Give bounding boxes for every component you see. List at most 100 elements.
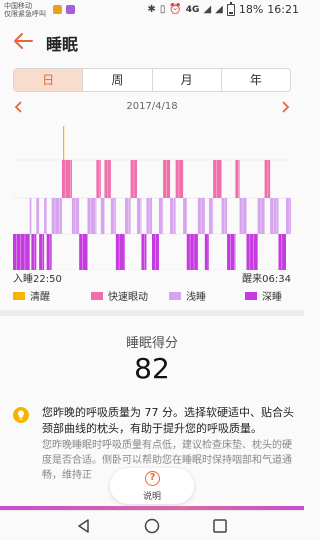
- status-bar: 中国移动 仅限紧急呼叫 ✱ ▯ ⏰ 4G ◢ ◢ 18% 16:21: [0, 0, 304, 22]
- lightbulb-icon: [13, 407, 29, 423]
- battery-icon: [226, 1, 235, 16]
- segment-stripe: [161, 198, 163, 234]
- segment-stripe: [173, 198, 174, 234]
- sleep-segment: [141, 234, 147, 270]
- network-type: 4G: [185, 4, 200, 15]
- sleep-stage-chart: [13, 126, 291, 270]
- section-divider: [0, 310, 304, 316]
- sleep-segment: [100, 198, 105, 234]
- segment-stripe: [54, 198, 56, 234]
- clock: 16:21: [267, 3, 299, 16]
- segment-stripe: [64, 160, 66, 198]
- segment-stripe: [90, 198, 92, 234]
- sleep-score-title: 睡眠得分: [125, 336, 178, 351]
- segment-stripe: [99, 160, 100, 198]
- emergency-only-text: 仅限紧急呼叫: [4, 10, 46, 18]
- segment-stripe: [20, 234, 21, 270]
- segment-stripe: [113, 198, 115, 234]
- recent-apps-icon[interactable]: [212, 518, 228, 534]
- app-notification-icon: [66, 5, 75, 14]
- sleep-chart: [13, 120, 291, 270]
- legend-swatch: [245, 291, 257, 300]
- segment-stripe: [139, 198, 141, 234]
- segment-stripe: [224, 198, 226, 234]
- app-header: 睡眠: [0, 22, 304, 62]
- tab-year[interactable]: 年: [222, 69, 290, 91]
- legend-label: 浅睡: [186, 292, 206, 303]
- legend-swatch: [13, 291, 25, 300]
- sleep-segment: [221, 198, 228, 234]
- carrier-name: 中国移动: [4, 2, 32, 10]
- segment-stripe: [128, 198, 129, 234]
- sleep-segment: [246, 234, 258, 270]
- sleep-score-value: 82: [134, 352, 170, 385]
- sleep-segment: [278, 234, 286, 270]
- notification-icons: [53, 5, 75, 14]
- segment-stripe: [230, 234, 231, 270]
- legend-rem: 快速眼动: [91, 288, 148, 303]
- sleep-segment: [36, 198, 40, 234]
- sleep-segment: [170, 198, 176, 234]
- segment-stripe: [193, 234, 195, 270]
- segment-stripe: [70, 160, 71, 198]
- legend-awake: 清醒: [13, 288, 50, 303]
- segment-stripe: [200, 198, 202, 234]
- legend-label: 深睡: [262, 292, 282, 303]
- segment-stripe: [267, 160, 269, 198]
- question-icon: ?: [145, 471, 160, 486]
- segment-stripe: [24, 234, 26, 270]
- tab-month[interactable]: 月: [153, 69, 222, 91]
- segment-stripe: [253, 234, 254, 270]
- sleep-segment: [136, 198, 142, 234]
- sleep-segment: [44, 198, 47, 234]
- vibrate-icon: ▯: [159, 4, 166, 15]
- segment-stripe: [95, 198, 96, 234]
- sleep-segment: [79, 234, 88, 270]
- sleep-segment: [213, 160, 222, 198]
- sleep-segment: [110, 198, 116, 234]
- segment-stripe: [234, 234, 235, 270]
- bluetooth-icon: ✱: [147, 4, 156, 15]
- segment-stripe: [74, 198, 76, 234]
- explain-label: 说明: [142, 492, 161, 502]
- back-triangle-icon[interactable]: [76, 518, 92, 534]
- next-day-chevron-icon[interactable]: [279, 100, 291, 114]
- segment-stripe: [118, 234, 120, 270]
- segment-stripe: [34, 234, 35, 270]
- segment-stripe: [249, 234, 251, 270]
- sleep-segment: [29, 198, 32, 234]
- segment-stripe: [276, 198, 278, 234]
- tab-week[interactable]: 周: [83, 69, 153, 91]
- legend-swatch: [91, 291, 103, 300]
- sleep-segment: [125, 198, 131, 234]
- segment-stripe: [42, 234, 43, 270]
- home-circle-icon[interactable]: [144, 518, 160, 534]
- current-date: 2017/4/18: [126, 101, 178, 112]
- sleep-screen: 中国移动 仅限紧急呼叫 ✱ ▯ ⏰ 4G ◢ ◢ 18% 16:21 睡眠 日 …: [0, 0, 304, 540]
- explain-button[interactable]: ? 说明: [110, 468, 194, 504]
- sleep-segment: [186, 234, 198, 270]
- segment-stripe: [189, 234, 191, 270]
- segment-stripe: [16, 234, 17, 270]
- segment-stripe: [216, 160, 217, 198]
- sleep-segment: [71, 198, 80, 234]
- segment-stripe: [207, 234, 209, 270]
- tab-day[interactable]: 日: [14, 69, 84, 91]
- sleep-segment: [227, 234, 236, 270]
- sleep-segment: [183, 198, 187, 234]
- back-arrow-icon[interactable]: [12, 30, 34, 52]
- sleep-segment: [146, 198, 152, 234]
- segment-stripe: [260, 198, 262, 234]
- carrier-info: 中国移动 仅限紧急呼叫: [4, 2, 46, 18]
- segment-stripe: [281, 234, 283, 270]
- sleep-segment: [96, 160, 101, 198]
- segment-stripe: [149, 198, 151, 234]
- sleep-segment: [286, 198, 291, 234]
- signal-icon: ◢: [215, 4, 223, 15]
- sleep-segment: [63, 126, 65, 160]
- segment-stripe: [59, 198, 61, 234]
- legend-label: 清醒: [30, 292, 50, 303]
- segment-stripe: [107, 160, 109, 198]
- alarm-icon: ⏰: [169, 4, 182, 15]
- breathing-advice: 您昨晚的呼吸质量为 77 分。选择软硬适中、贴合头颈部曲线的枕头，有助于提升您的…: [42, 406, 294, 435]
